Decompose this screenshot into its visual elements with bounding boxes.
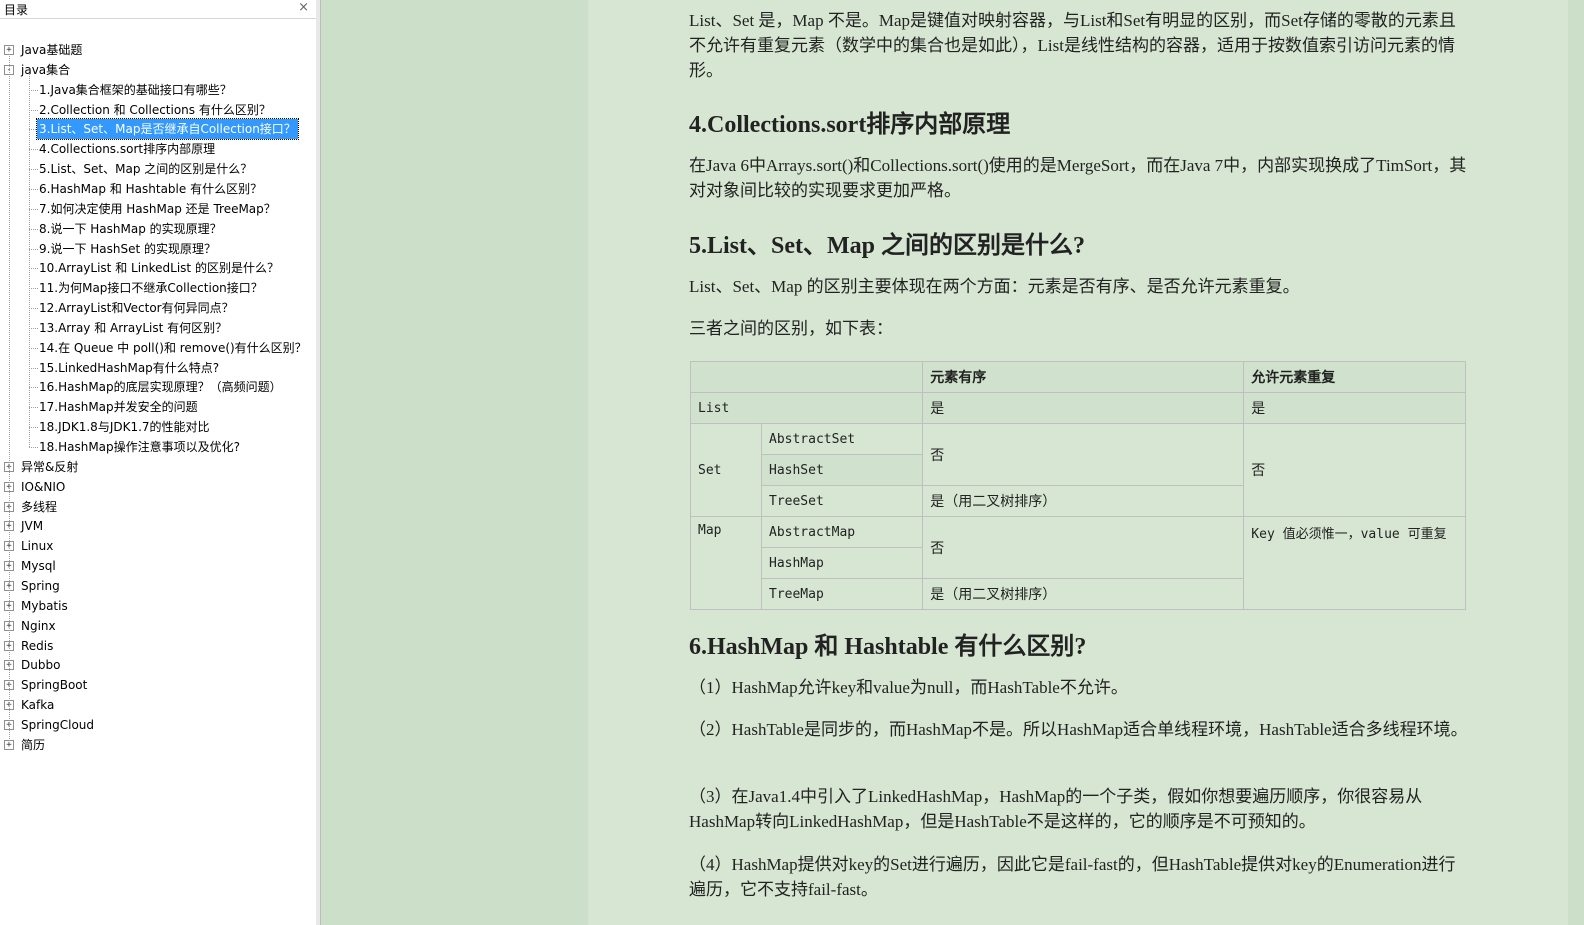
table-cell-set: Set (690, 423, 762, 517)
toc-item-label[interactable]: 8.说一下 HashMap 的实现原理？ (37, 219, 224, 239)
toc-category-label[interactable]: SpringCloud (19, 715, 96, 735)
toc-panel: 目录 × + Java基础题 - java集合 1.Java集合框架的基础接口有哪些？ 2… (0, 0, 317, 925)
toc-header: 目录 × (0, 0, 316, 19)
toc-item-selected-label[interactable]: 3.List、Set、Map是否继承自Collection接口？ (36, 118, 299, 141)
toc-category-label[interactable]: Redis (19, 636, 55, 656)
toc-title: 目录 (4, 3, 29, 17)
toc-item-label[interactable]: 1.Java集合框架的基础接口有哪些？ (37, 80, 234, 100)
table-cell-hashmap: HashMap (760, 547, 924, 579)
toc-item-label[interactable]: 11.为何Map接口不继承Collection接口？ (37, 278, 265, 298)
table-cell-set-dup: 否 (1243, 423, 1466, 517)
toc-item-label[interactable]: 10.ArrayList 和 LinkedList 的区别是什么？ (37, 258, 281, 278)
table-corner-cell (689, 361, 924, 393)
toc-item-label[interactable]: 18.JDK1.8与JDK1.7的性能对比 (37, 417, 212, 437)
table-cell-treeset: TreeSet (760, 485, 924, 517)
toc-item-label[interactable]: 6.HashMap 和 Hashtable 有什么区别？ (37, 179, 264, 199)
toc-category-label[interactable]: java集合 (19, 60, 72, 80)
comparison-table: 元素有序 允许元素重复 List 是 是 Set AbstractSet 否 否… (689, 361, 1466, 610)
table-cell-treeset-ordered: 是（用二叉树排序） (922, 485, 1245, 517)
paragraph-list-set-map: List、Set 是，Map 不是。Map是键值对映射容器，与List和Set有… (689, 11, 1456, 80)
table-cell-list: List (689, 392, 924, 424)
toc-category-label[interactable]: Mybatis (19, 596, 70, 616)
heading-list-set-map-diff: 5.List、Set、Map 之间的区别是什么? (689, 233, 1085, 259)
table-header-duplicates: 允许元素重复 (1243, 361, 1466, 393)
toc-item-label[interactable]: 15.LinkedHashMap有什么特点? (37, 358, 221, 378)
table-cell-set-ordered-no: 否 (922, 423, 1245, 486)
toc-item-label[interactable]: 4.Collections.sort排序内部原理 (37, 139, 217, 159)
tree-connector-root (9, 54, 10, 741)
toc-category-label[interactable]: IO&NIO (19, 477, 67, 497)
toc-item-label[interactable]: 5.List、Set、Map 之间的区别是什么？ (37, 159, 254, 179)
toc-item-label[interactable]: 16.HashMap的底层实现原理？（高频问题） (37, 377, 284, 397)
table-cell-map-dup: Key 值必须惟一，value 可重复 (1243, 516, 1466, 610)
close-icon[interactable]: × (298, 0, 309, 15)
table-cell-hashset: HashSet (760, 454, 924, 486)
toc-category-label[interactable]: Nginx (19, 616, 58, 636)
toc-category-label[interactable]: JVM (19, 516, 45, 536)
toc-item-label[interactable]: 9.说一下 HashSet 的实现原理？ (37, 239, 218, 259)
table-header-ordered: 元素有序 (922, 361, 1245, 393)
toc-item-label[interactable]: 7.如何决定使用 HashMap 还是 TreeMap？ (37, 199, 278, 219)
table-cell-abstractset: AbstractSet (760, 423, 924, 455)
table-cell-treemap: TreeMap (760, 578, 924, 610)
paragraph-point-1: （1）HashMap允许key和value为null，而HashTable不允许… (689, 678, 1128, 697)
table-cell-map: Map (690, 516, 762, 610)
paragraph-diff-summary: List、Set、Map 的区别主要体现在两个方面：元素是否有序、是否允许元素重… (689, 277, 1300, 296)
table-cell-map-ordered-no: 否 (922, 516, 1245, 579)
toc-category-label[interactable]: Java基础题 (19, 40, 84, 60)
table-cell-list-ordered: 是 (922, 392, 1245, 424)
tree-connector-vertical (29, 73, 30, 447)
paragraph-point-3: （3）在Java1.4中引入了LinkedHashMap，HashMap的一个子… (689, 787, 1423, 831)
toc-category-label[interactable]: Linux (19, 536, 55, 556)
heading-hashmap-hashtable: 6.HashMap 和 Hashtable 有什么区别? (689, 634, 1087, 660)
toc-category-label[interactable]: SpringBoot (19, 675, 89, 695)
expand-icon[interactable]: + (4, 739, 14, 750)
toc-category-label[interactable]: 多线程 (19, 497, 59, 517)
toc-category-label[interactable]: Kafka (19, 695, 56, 715)
toc-category-label[interactable]: Dubbo (19, 655, 62, 675)
toc-item-label[interactable]: 2.Collection 和 Collections 有什么区别？ (37, 100, 273, 120)
table-cell-list-dup: 是 (1243, 392, 1466, 424)
toc-category-label[interactable]: Spring (19, 576, 62, 596)
toc-category-label[interactable]: 简历 (19, 735, 47, 755)
table-cell-abstractmap: AbstractMap (760, 516, 924, 548)
paragraph-point-2: （2）HashTable是同步的，而HashMap不是。所以HashMap适合单… (689, 720, 1468, 739)
toc-item-label[interactable]: 18.HashMap操作注意事项以及优化? (37, 437, 242, 457)
document-page: List、Set 是，Map 不是。Map是键值对映射容器，与List和Set有… (588, 0, 1568, 925)
toc-item-label[interactable]: 17.HashMap并发安全的问题 (37, 397, 200, 417)
table-cell-treemap-ordered: 是（用二叉树排序） (922, 578, 1245, 610)
toc-category-label[interactable]: 异常&反射 (19, 457, 80, 477)
paragraph-point-4: （4）HashMap提供对key的Set进行遍历，因此它是fail-fast的，… (689, 855, 1456, 899)
paragraph-timsort: 在Java 6中Arrays.sort()和Collections.sort()… (689, 156, 1467, 200)
paragraph-table-intro: 三者之间的区别，如下表： (689, 319, 893, 338)
toc-item-label[interactable]: 14.在 Queue 中 poll()和 remove()有什么区别？ (37, 338, 309, 358)
toc-item-label[interactable]: 13.Array 和 ArrayList 有何区别？ (37, 318, 229, 338)
heading-collections-sort: 4.Collections.sort排序内部原理 (689, 112, 1011, 138)
toc-item-label[interactable]: 12.ArrayList和Vector有何异同点？ (37, 298, 236, 318)
toc-category-label[interactable]: Mysql (19, 556, 58, 576)
